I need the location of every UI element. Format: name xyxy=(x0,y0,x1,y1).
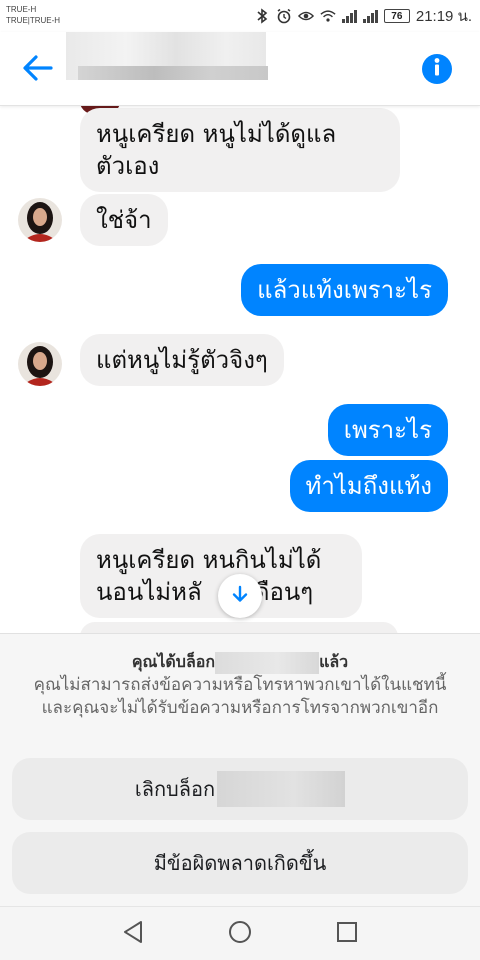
message-text-line: แต่หนูไม่รู้ตัวจิงๆ xyxy=(96,346,268,374)
message-list[interactable]: หนูเครียด หนูไม่ได้ดูแล ตัวเอง ใช่จ้า แล… xyxy=(0,106,480,633)
status-icons: 76 21:19 น. xyxy=(254,6,472,26)
carrier-label: TRUE-H TRUE|TRUE-H xyxy=(6,4,60,26)
info-circle-icon xyxy=(422,52,452,86)
message-text-line: ใช่จ้า xyxy=(96,206,152,234)
message-incoming[interactable]: ใช่จ้า xyxy=(80,194,168,246)
nav-home-button[interactable] xyxy=(225,919,255,949)
message-text-line: แล้วแท้งเพราะไร xyxy=(257,276,432,304)
system-navigation-bar xyxy=(0,906,480,960)
blocked-notice-panel: คุณได้บล็อก แล้ว คุณไม่สามารถส่งข้อความหร… xyxy=(0,633,480,906)
triangle-back-icon xyxy=(122,920,144,948)
status-bar: TRUE-H TRUE|TRUE-H 76 21:19 น. xyxy=(0,0,480,32)
avatar[interactable] xyxy=(18,342,62,386)
message-incoming[interactable]: หนูเครียด หนูไม่ได้ดูแล ตัวเอง xyxy=(80,108,400,192)
nav-back-button[interactable] xyxy=(118,919,148,949)
avatar[interactable] xyxy=(18,198,62,242)
message-outgoing[interactable]: แล้วแท้งเพราะไร xyxy=(241,264,448,316)
bluetooth-icon xyxy=(254,8,270,24)
wifi-icon xyxy=(320,8,336,24)
back-button[interactable] xyxy=(18,50,58,90)
nav-recents-button[interactable] xyxy=(332,919,362,949)
square-recents-icon xyxy=(336,921,358,947)
signal-strength-icon xyxy=(341,9,357,23)
message-text-line: หนูเครียด หนกินไม่ได้ xyxy=(96,546,322,574)
message-text-line: ตัวเอง xyxy=(96,152,160,180)
message-text-line: ทำไมถึงแท้ง xyxy=(305,472,432,500)
conversation-header xyxy=(0,32,480,106)
message-text-line: หนูเครียด หนูไม่ได้ดูแล xyxy=(96,120,337,148)
circle-home-icon xyxy=(228,920,252,948)
blocked-title-prefix: คุณได้บล็อก xyxy=(131,652,216,671)
carrier-line-1: TRUE-H xyxy=(6,5,37,14)
eye-comfort-icon xyxy=(297,8,314,24)
carrier-line-2: TRUE|TRUE-H xyxy=(6,16,61,25)
error-button[interactable]: มีข้อผิดพลาดเกิดขึ้น xyxy=(12,832,468,894)
conversation-info-button[interactable] xyxy=(422,54,452,84)
arrow-left-icon xyxy=(23,55,53,85)
message-outgoing[interactable]: เพราะไร xyxy=(327,404,448,456)
arrow-down-icon xyxy=(230,584,250,608)
message-incoming[interactable]: แต่หนูไม่รู้ตัวจิงๆ xyxy=(80,334,284,386)
blocked-description: คุณไม่สามารถส่งข้อความหรือโทรหาพวกเขาได้… xyxy=(33,675,447,718)
signal-strength-2-icon xyxy=(362,9,378,23)
unblock-button[interactable]: เลิกบล็อก xyxy=(12,758,468,820)
alarm-clock-icon xyxy=(276,8,292,24)
blocked-title: คุณได้บล็อก แล้ว xyxy=(0,650,480,675)
message-incoming-partial[interactable] xyxy=(80,622,398,633)
clock-time: 21:19 น. xyxy=(415,8,472,25)
contact-status-redacted xyxy=(78,66,268,80)
scroll-to-bottom-button[interactable] xyxy=(218,574,262,618)
unblock-label: เลิกบล็อก xyxy=(134,777,216,801)
message-outgoing[interactable]: ทำไมถึงแท้ง xyxy=(289,460,448,512)
battery-level: 76 xyxy=(383,9,410,23)
unblock-name-redacted xyxy=(217,771,346,807)
message-text-line: เพราะไร xyxy=(343,416,432,444)
blocked-title-suffix: แล้ว xyxy=(319,652,349,671)
blocked-name-redacted xyxy=(215,651,320,674)
message-text-part: นอนไม่หลั xyxy=(96,578,202,606)
error-label: มีข้อผิดพลาดเกิดขึ้น xyxy=(153,851,327,875)
